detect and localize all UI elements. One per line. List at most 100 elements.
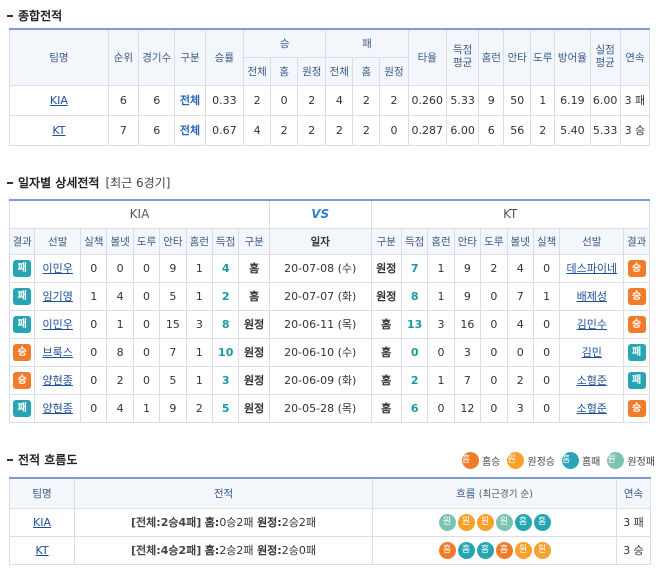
legend-label: 홈승: [481, 457, 501, 468]
venue-type: 홈: [238, 281, 270, 311]
col-loss-total: 전체: [325, 56, 354, 86]
runs-value: 0: [400, 337, 429, 367]
col-loss-group: 패: [325, 28, 409, 58]
pitcher-link[interactable]: 김민수: [577, 318, 607, 331]
team-link[interactable]: KIA: [33, 516, 51, 529]
runs-value: 4: [212, 253, 240, 283]
game-date: 20-06-10 (수): [268, 337, 372, 367]
col-sb: 도루: [530, 28, 556, 86]
game-date: 20-07-08 (수): [268, 253, 372, 283]
runs-value: 2: [212, 281, 240, 311]
col-type: 구분: [174, 28, 206, 86]
legend-item: 홈 홈패: [561, 452, 600, 469]
venue-type: 홈: [370, 337, 402, 367]
col-games: 경기수: [138, 28, 176, 86]
legend-label: 홈패: [581, 457, 601, 468]
flow-row: KT [전체:4승2패] 홈:2승2패 원정:2승0패 홈 홈 홈 홈 원 원 3 승: [9, 535, 651, 565]
record-total: [전체:4승2패]: [131, 544, 202, 557]
summary-row-kia: KIA 6 6 전체 0.33 2 0 2 4 2 2 0.260 5.33 9…: [9, 84, 651, 116]
team-link-kt[interactable]: KT: [52, 124, 65, 137]
game-row: 패 임기영 1 4 0 5 1 2 홈 20-07-07 (화) 원정 8 1 9 0 7 1 배제성 승: [8, 281, 650, 311]
venue-type: 홈: [370, 309, 402, 339]
team-link[interactable]: KT: [35, 544, 48, 557]
pitcher-link[interactable]: 임기영: [43, 290, 73, 303]
detail-subtitle: [최근 6경기]: [105, 176, 171, 190]
detail-table: KIA VS KT 결과 선발 실책 볼넷 도루 안타 홈런 득점 구분 일자 …: [8, 199, 650, 423]
game-date: 20-06-11 (목): [268, 309, 372, 339]
col-win-group: 승: [243, 28, 327, 58]
record-away: 2승0패: [281, 544, 316, 557]
runs-value: 8: [212, 309, 240, 339]
vs-icon: VS: [311, 207, 330, 222]
pitcher-link[interactable]: 소형준: [577, 374, 607, 387]
col-streak: 연속: [619, 28, 651, 86]
venue-type: 홈: [238, 253, 270, 283]
runs-value: 5: [212, 393, 240, 423]
flow-marker-icon: 원: [514, 541, 532, 559]
venue-type: 원정: [370, 281, 402, 311]
runs-value: 3: [212, 365, 240, 395]
game-date: 20-07-07 (화): [268, 281, 372, 311]
flow-marker-icon: 원: [476, 513, 494, 531]
flow-marker-icon: 홈: [457, 541, 475, 559]
venue-type: 원정: [238, 309, 270, 339]
pitcher-link[interactable]: 소형준: [577, 402, 607, 415]
detail-team-left: KIA: [9, 199, 270, 229]
col-win-total: 전체: [243, 56, 272, 86]
flow-section-title: 전적 흐름도: [7, 451, 77, 468]
venue-type: 원정: [370, 253, 402, 283]
result-badge: 패: [627, 371, 646, 389]
flow-table: 팀명 전적 흐름 (최근경기 순) 연속 KIA [전체:2승4패] 홈:0승2패…: [9, 477, 651, 565]
pitcher-link[interactable]: 양현종: [43, 402, 73, 415]
flow-marker-icon: 홈: [495, 541, 513, 559]
detail-section-title: 일자별 상세전적 [최근 6경기]: [7, 174, 170, 191]
legend-marker-icon: 홈: [561, 452, 579, 469]
runs-value: 8: [400, 281, 429, 311]
venue-type: 원정: [238, 393, 270, 423]
legend-item: 원 원정승: [506, 452, 555, 469]
col-hr: 홈런: [478, 28, 505, 86]
summary-section-title: 종합전적: [7, 7, 62, 24]
pitcher-link[interactable]: 이민우: [43, 318, 73, 331]
pitcher-link[interactable]: 김민: [582, 346, 602, 359]
streak-value: 3 패: [616, 507, 651, 537]
result-badge: 패: [13, 259, 32, 277]
col-hits: 안타: [503, 28, 532, 86]
game-row: 패 이민우 0 0 0 9 1 4 홈 20-07-08 (수) 원정 7 1 9 2 4 0 데스파이네 승: [8, 253, 650, 283]
flow-marker-icon: 원: [495, 513, 513, 531]
detail-team-right: KT: [370, 199, 650, 229]
flow-marker-icon: 원: [457, 513, 475, 531]
col-avg: 타율: [407, 28, 448, 86]
result-badge: 승: [13, 371, 32, 389]
legend-label: 원정패: [627, 457, 655, 468]
record-home: 0승2패: [219, 516, 254, 529]
pitcher-link[interactable]: 양현종: [43, 374, 73, 387]
record-total: [전체:2승4패]: [131, 516, 202, 529]
col-pct: 승률: [204, 28, 245, 86]
pitcher-link[interactable]: 브룩스: [43, 346, 73, 359]
game-date: 20-06-09 (화): [268, 365, 372, 395]
flow-marker-icon: 홈: [438, 541, 456, 559]
col-win-home: 홈: [270, 56, 299, 86]
legend-marker-icon: 원: [507, 452, 525, 469]
legend-marker-icon: 원: [607, 452, 625, 469]
result-badge: 승: [13, 343, 32, 361]
col-loss-away: 원정: [379, 56, 409, 86]
record-home: 2승2패: [219, 544, 254, 557]
col-era: 방어율: [554, 28, 591, 86]
game-row: 승 브룩스 0 8 0 7 1 10 원정 20-06-10 (수) 홈 0 0 3 0 0 0 김민 패: [8, 337, 650, 367]
legend-marker-icon: 홈: [461, 452, 479, 469]
pitcher-link[interactable]: 데스파이네: [566, 262, 617, 275]
col-date: 일자: [268, 227, 372, 255]
game-row: 패 이민우 0 1 0 15 3 8 원정 20-06-11 (목) 홈 13 3 16 0 4 0 김민수 승: [8, 309, 650, 339]
pitcher-link[interactable]: 배제성: [577, 290, 607, 303]
result-badge: 패: [627, 343, 646, 361]
game-date: 20-05-28 (목): [268, 393, 372, 423]
team-link-kia[interactable]: KIA: [50, 94, 68, 107]
col-ra: 실점 평균: [589, 28, 621, 86]
flow-marker-icon: 홈: [514, 513, 532, 531]
flow-marker-icon: 원: [533, 541, 551, 559]
result-badge: 패: [13, 315, 32, 333]
result-badge: 승: [627, 287, 646, 305]
pitcher-link[interactable]: 이민우: [43, 262, 73, 275]
